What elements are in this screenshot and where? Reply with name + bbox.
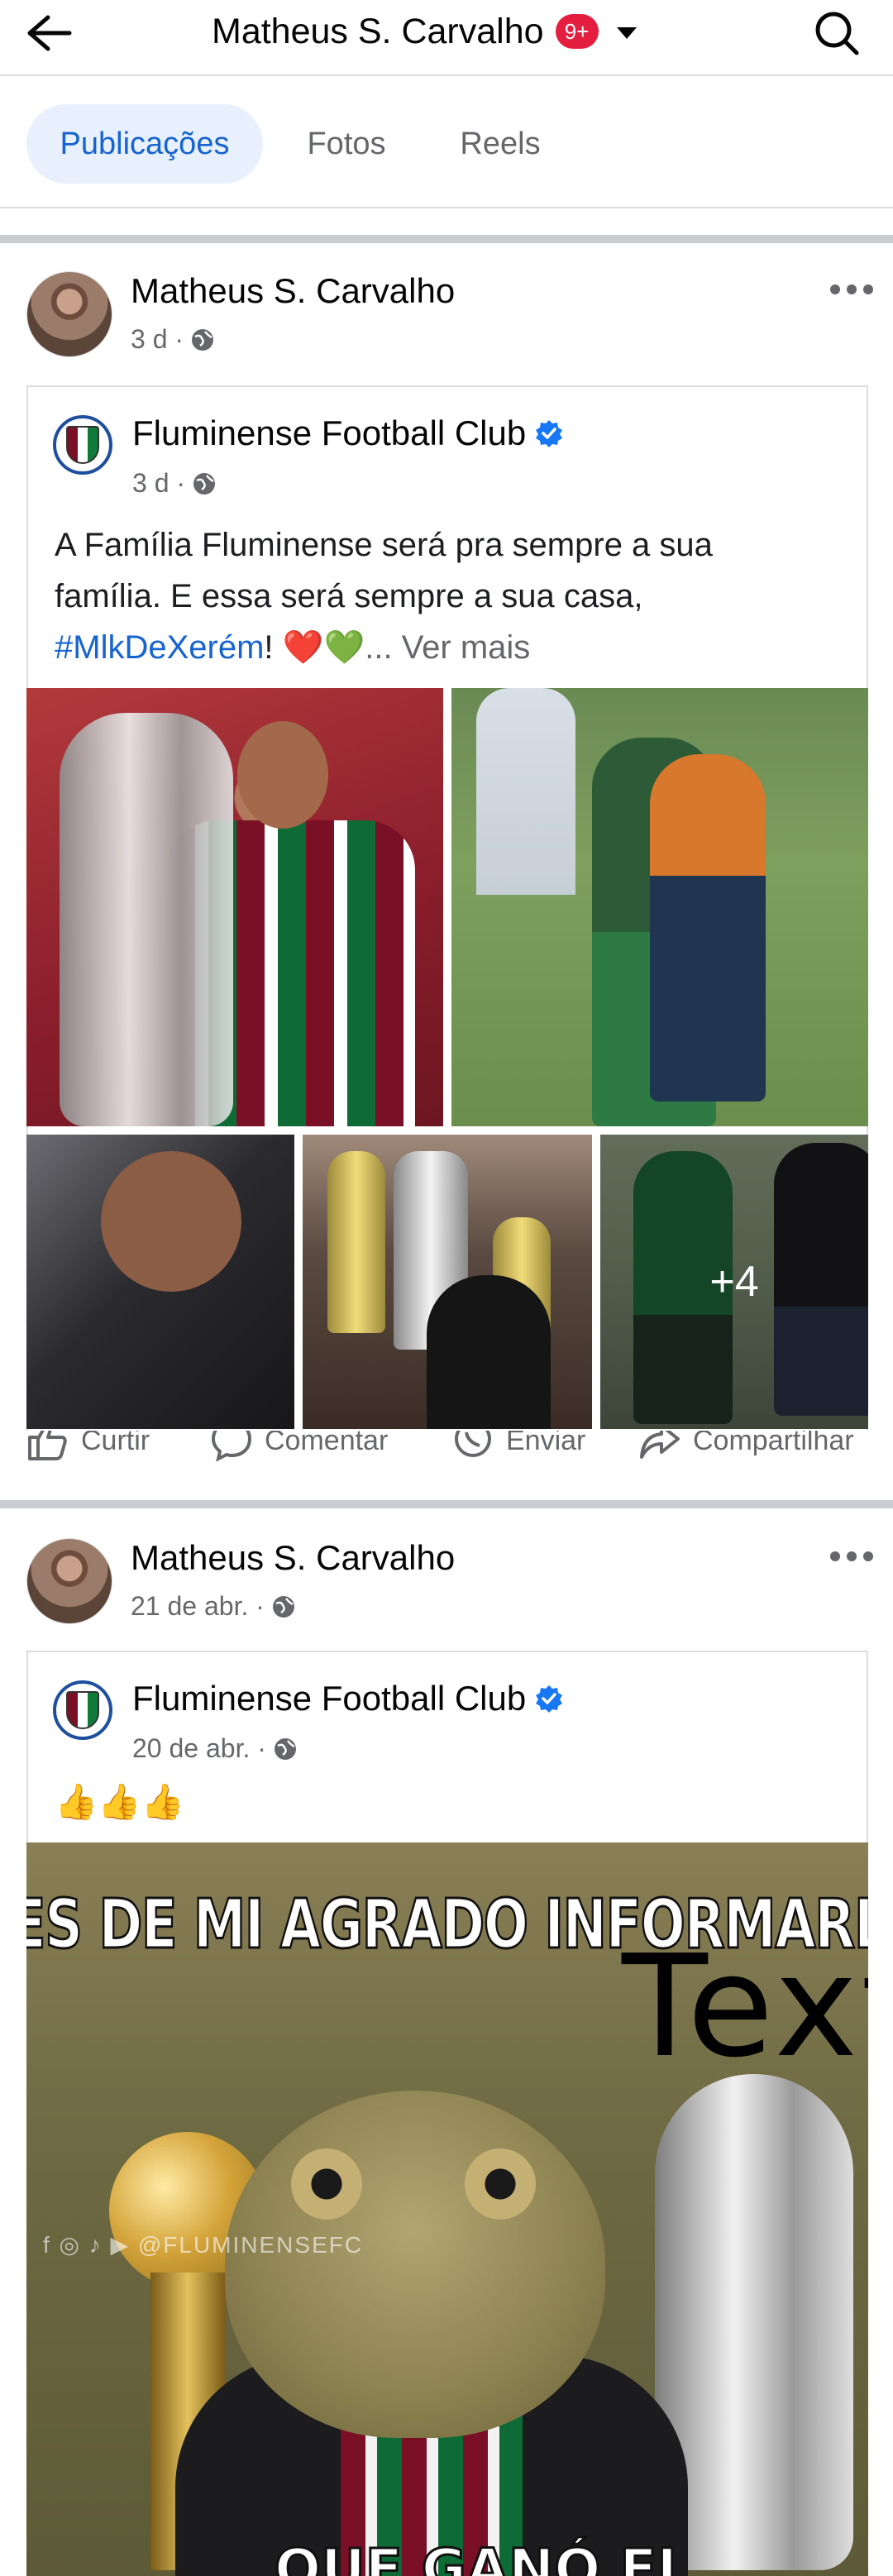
globe-icon (271, 1594, 296, 1619)
post-text: 👍👍👍 (55, 1782, 184, 1821)
verified-icon (536, 420, 563, 447)
post-meta: 3 d · (131, 324, 215, 355)
page-title: Matheus S. Carvalho (212, 11, 544, 51)
globe-icon (273, 1737, 298, 1761)
avatar[interactable] (26, 271, 112, 357)
search-icon[interactable] (812, 8, 862, 58)
meme-watermark: f ◎ ♪ ▶ @FLUMINENSEFC (43, 2232, 364, 2258)
section-divider (0, 235, 893, 243)
post-text: A Família Fluminense será pra sempre a s… (55, 527, 713, 666)
section-divider (0, 1500, 893, 1508)
club-logo[interactable] (53, 1680, 112, 1740)
share-button[interactable]: Compartilhar (638, 1431, 854, 1462)
top-bar: Matheus S. Carvalho 9+ (0, 0, 893, 76)
shared-page-name[interactable]: Fluminense Football Club (132, 1679, 564, 1718)
post-photo[interactable]: +4 (600, 1135, 868, 1429)
comment-icon (211, 1431, 252, 1462)
shared-page-name[interactable]: Fluminense Football Club (132, 413, 564, 453)
post-photo[interactable] (451, 688, 868, 1126)
post-author[interactable]: Matheus S. Carvalho (131, 271, 455, 311)
profile-switcher[interactable]: Matheus S. Carvalho 9+ (212, 7, 637, 56)
send-button[interactable]: Enviar (451, 1431, 585, 1462)
share-icon (640, 1431, 680, 1459)
whatsapp-icon (455, 1431, 491, 1457)
like-button[interactable]: Curtir (26, 1431, 150, 1462)
tab-publicacoes[interactable]: Publicações (26, 104, 263, 184)
meme-image[interactable]: f ◎ ♪ ▶ @FLUMINENSEFC ES DE MI AGRADO IN… (26, 1842, 868, 2576)
see-more-link[interactable]: ... Ver mais (365, 629, 530, 666)
comment-button[interactable]: Comentar (210, 1431, 388, 1462)
club-logo[interactable] (53, 415, 112, 475)
more-icon[interactable] (830, 1548, 876, 1565)
post-photo[interactable] (26, 688, 443, 1126)
globe-icon (190, 327, 215, 352)
tab-reels[interactable]: Reels (438, 104, 562, 184)
post-time: 21 de abr. · (131, 1591, 265, 1621)
tab-fotos[interactable]: Fotos (286, 104, 407, 184)
post-actions: Curtir Comentar Enviar Compartilhar (0, 1431, 893, 1480)
shared-meta: 3 d · (132, 468, 217, 499)
shared-time: 3 d · (132, 468, 186, 498)
meme-top-text: ES DE MI AGRADO INFORMARLES (26, 1885, 868, 1966)
back-arrow-icon[interactable] (23, 8, 81, 58)
like-icon (28, 1431, 67, 1460)
avatar[interactable] (26, 1538, 112, 1624)
post-meta: 21 de abr. · (131, 1591, 296, 1622)
post-author[interactable]: Matheus S. Carvalho (131, 1538, 455, 1578)
globe-icon (192, 471, 217, 496)
meme-overlay-text: Text (622, 1925, 868, 2089)
post-photo[interactable] (26, 1135, 294, 1429)
post-photo[interactable] (303, 1135, 592, 1429)
verified-icon (536, 1685, 563, 1713)
profile-tabs: Publicações Fotos Reels (0, 78, 893, 208)
shared-meta: 20 de abr. · (132, 1733, 298, 1764)
shared-post-card[interactable]: Fluminense Football Club 20 de abr. · 👍👍… (26, 1651, 868, 1849)
notification-badge: 9+ (555, 14, 599, 49)
shared-time: 20 de abr. · (132, 1733, 266, 1763)
chevron-down-icon (616, 27, 637, 39)
post-time: 3 d · (131, 324, 184, 354)
meme-bottom-text: QUE GANÓ EL (273, 2536, 692, 2576)
more-photos-count[interactable]: +4 (600, 1135, 868, 1429)
more-icon[interactable] (830, 281, 876, 298)
frog-figure (225, 2091, 605, 2438)
hashtag-link[interactable]: #MlkDeXerém (55, 629, 264, 666)
